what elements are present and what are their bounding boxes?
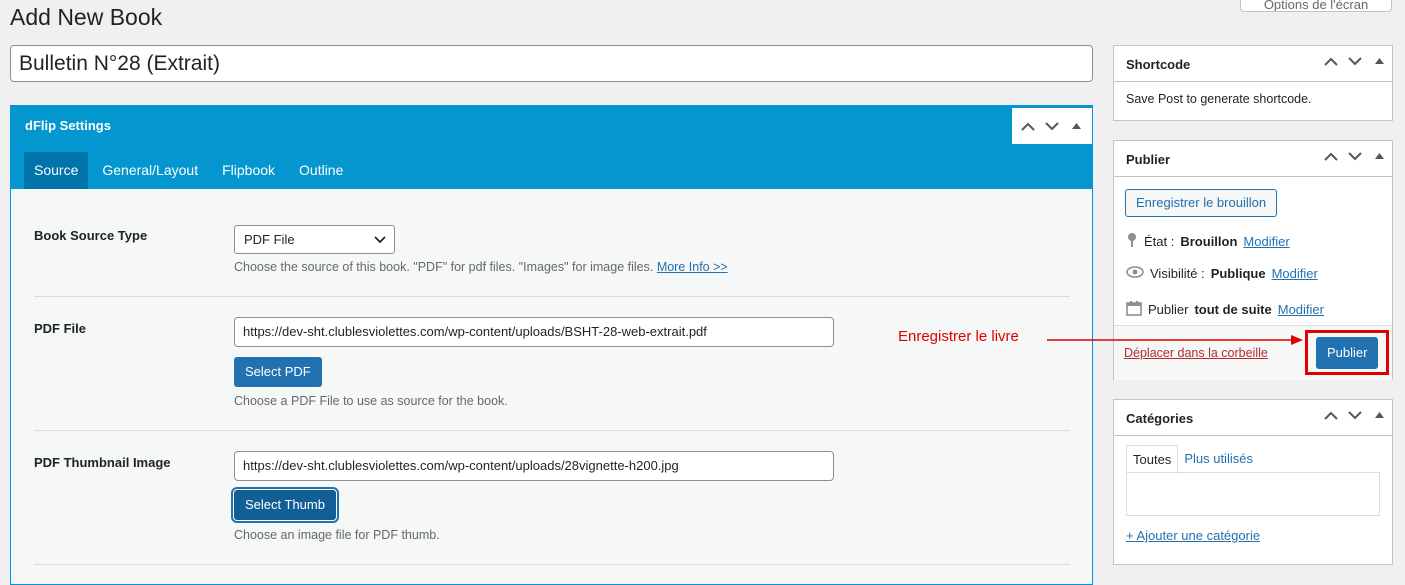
pdf-file-url-input[interactable]: https://dev-sht.clublesviolettes.com/wp-… — [234, 317, 834, 347]
source-type-description-text: Choose the source of this book. "PDF" fo… — [234, 260, 654, 274]
shortcode-header: Shortcode — [1114, 46, 1392, 82]
annotation-highlight-box — [1305, 330, 1389, 375]
tab-source[interactable]: Source — [24, 152, 89, 189]
chevron-up-icon[interactable] — [1324, 149, 1338, 163]
setting-row-pdf-thumbnail: PDF Thumbnail Image https://dev-sht.club… — [34, 431, 1070, 565]
dflip-settings-header: dFlip Settings Source General/Layout Fli… — [11, 106, 1092, 189]
select-thumb-button[interactable]: Select Thumb — [234, 490, 336, 520]
categories-header: Catégories — [1114, 400, 1392, 436]
chevron-up-icon[interactable] — [1021, 119, 1035, 133]
publish-title: Publier — [1126, 152, 1171, 167]
publish-schedule-line: Publier tout de suite Modifier — [1126, 300, 1324, 319]
dflip-box-controls — [1012, 108, 1092, 144]
publish-header: Publier — [1114, 141, 1392, 177]
publish-status-line: État : Brouillon Modifier — [1126, 232, 1290, 251]
collapse-triangle-icon[interactable] — [1372, 149, 1386, 163]
collapse-triangle-icon[interactable] — [1372, 54, 1386, 68]
source-type-description: Choose the source of this book. "PDF" fo… — [234, 260, 728, 274]
pdf-thumbnail-description: Choose an image file for PDF thumb. — [234, 528, 440, 542]
visibility-edit-link[interactable]: Modifier — [1272, 266, 1318, 281]
annotation-label: Enregistrer le livre — [898, 328, 1019, 345]
chevron-down-icon[interactable] — [1348, 54, 1362, 68]
source-type-select[interactable]: PDF File — [234, 225, 395, 254]
categories-box-controls — [1324, 408, 1386, 422]
publish-visibility-line: Visibilité : Publique Modifier — [1126, 266, 1318, 281]
dflip-tabs: Source General/Layout Flipbook Outline — [24, 152, 357, 189]
collapse-triangle-icon[interactable] — [1069, 119, 1083, 133]
pdf-thumbnail-label: PDF Thumbnail Image — [34, 455, 171, 470]
setting-row-pdf-file: PDF File https://dev-sht.clublesviolette… — [34, 297, 1070, 431]
setting-row-source-type: Book Source Type PDF File Choose the sou… — [34, 189, 1070, 297]
source-type-field: PDF File Choose the source of this book.… — [234, 225, 728, 274]
status-edit-link[interactable]: Modifier — [1243, 234, 1289, 249]
categories-title: Catégories — [1126, 411, 1194, 426]
shortcode-title: Shortcode — [1126, 57, 1191, 72]
tab-outline[interactable]: Outline — [289, 152, 353, 189]
tab-flipbook[interactable]: Flipbook — [212, 152, 285, 189]
status-label: État : — [1144, 234, 1175, 249]
tab-most-used[interactable]: Plus utilisés — [1178, 445, 1259, 474]
pdf-file-description: Choose a PDF File to use as source for t… — [234, 394, 508, 408]
shortcode-text: Save Post to generate shortcode. — [1126, 92, 1312, 106]
publish-box-controls — [1324, 149, 1386, 163]
pdf-file-label: PDF File — [34, 321, 87, 336]
chevron-up-icon[interactable] — [1324, 408, 1338, 422]
dflip-settings-title: dFlip Settings — [25, 118, 111, 133]
visibility-label: Visibilité : — [1150, 266, 1205, 281]
source-type-selected: PDF File — [244, 232, 295, 247]
collapse-triangle-icon[interactable] — [1372, 408, 1386, 422]
pin-icon — [1126, 232, 1138, 251]
chevron-up-icon[interactable] — [1324, 54, 1338, 68]
categories-box: Catégories Toutes Plus utilisés + Ajoute… — [1113, 399, 1393, 565]
tab-all-categories[interactable]: Toutes — [1126, 445, 1179, 474]
calendar-icon — [1126, 300, 1142, 319]
shortcode-box: Shortcode Save Post to generate shortcod… — [1113, 45, 1393, 121]
dflip-settings-box: dFlip Settings Source General/Layout Fli… — [10, 105, 1093, 585]
pdf-thumbnail-url-input[interactable]: https://dev-sht.clublesviolettes.com/wp-… — [234, 451, 834, 481]
chevron-down-icon[interactable] — [1348, 408, 1362, 422]
pdf-thumbnail-field: https://dev-sht.clublesviolettes.com/wp-… — [234, 451, 834, 542]
schedule-label: Publier — [1148, 302, 1189, 317]
page-title: Add New Book — [10, 4, 163, 30]
chevron-down-icon — [374, 226, 386, 254]
annotation-arrow — [1047, 335, 1303, 345]
eye-icon — [1126, 266, 1144, 281]
pdf-file-field: https://dev-sht.clublesviolettes.com/wp-… — [234, 317, 834, 408]
screen-options-button[interactable]: Options de l'écran — [1240, 0, 1392, 12]
post-title-input[interactable]: Bulletin N°28 (Extrait) — [10, 45, 1093, 82]
category-tabs: Toutes Plus utilisés — [1126, 445, 1259, 474]
add-category-link[interactable]: + Ajouter une catégorie — [1126, 528, 1260, 543]
select-pdf-button[interactable]: Select PDF — [234, 357, 322, 387]
shortcode-box-controls — [1324, 54, 1386, 68]
status-value: Brouillon — [1180, 234, 1238, 249]
save-draft-button[interactable]: Enregistrer le brouillon — [1125, 189, 1278, 217]
category-checklist[interactable] — [1126, 472, 1380, 516]
more-info-link[interactable]: More Info >> — [657, 260, 728, 274]
tab-general-layout[interactable]: General/Layout — [92, 152, 208, 189]
chevron-down-icon[interactable] — [1045, 119, 1059, 133]
schedule-value: tout de suite — [1194, 302, 1272, 317]
visibility-value: Publique — [1210, 266, 1266, 281]
schedule-edit-link[interactable]: Modifier — [1278, 302, 1324, 317]
chevron-down-icon[interactable] — [1348, 149, 1362, 163]
source-type-label: Book Source Type — [34, 228, 148, 243]
